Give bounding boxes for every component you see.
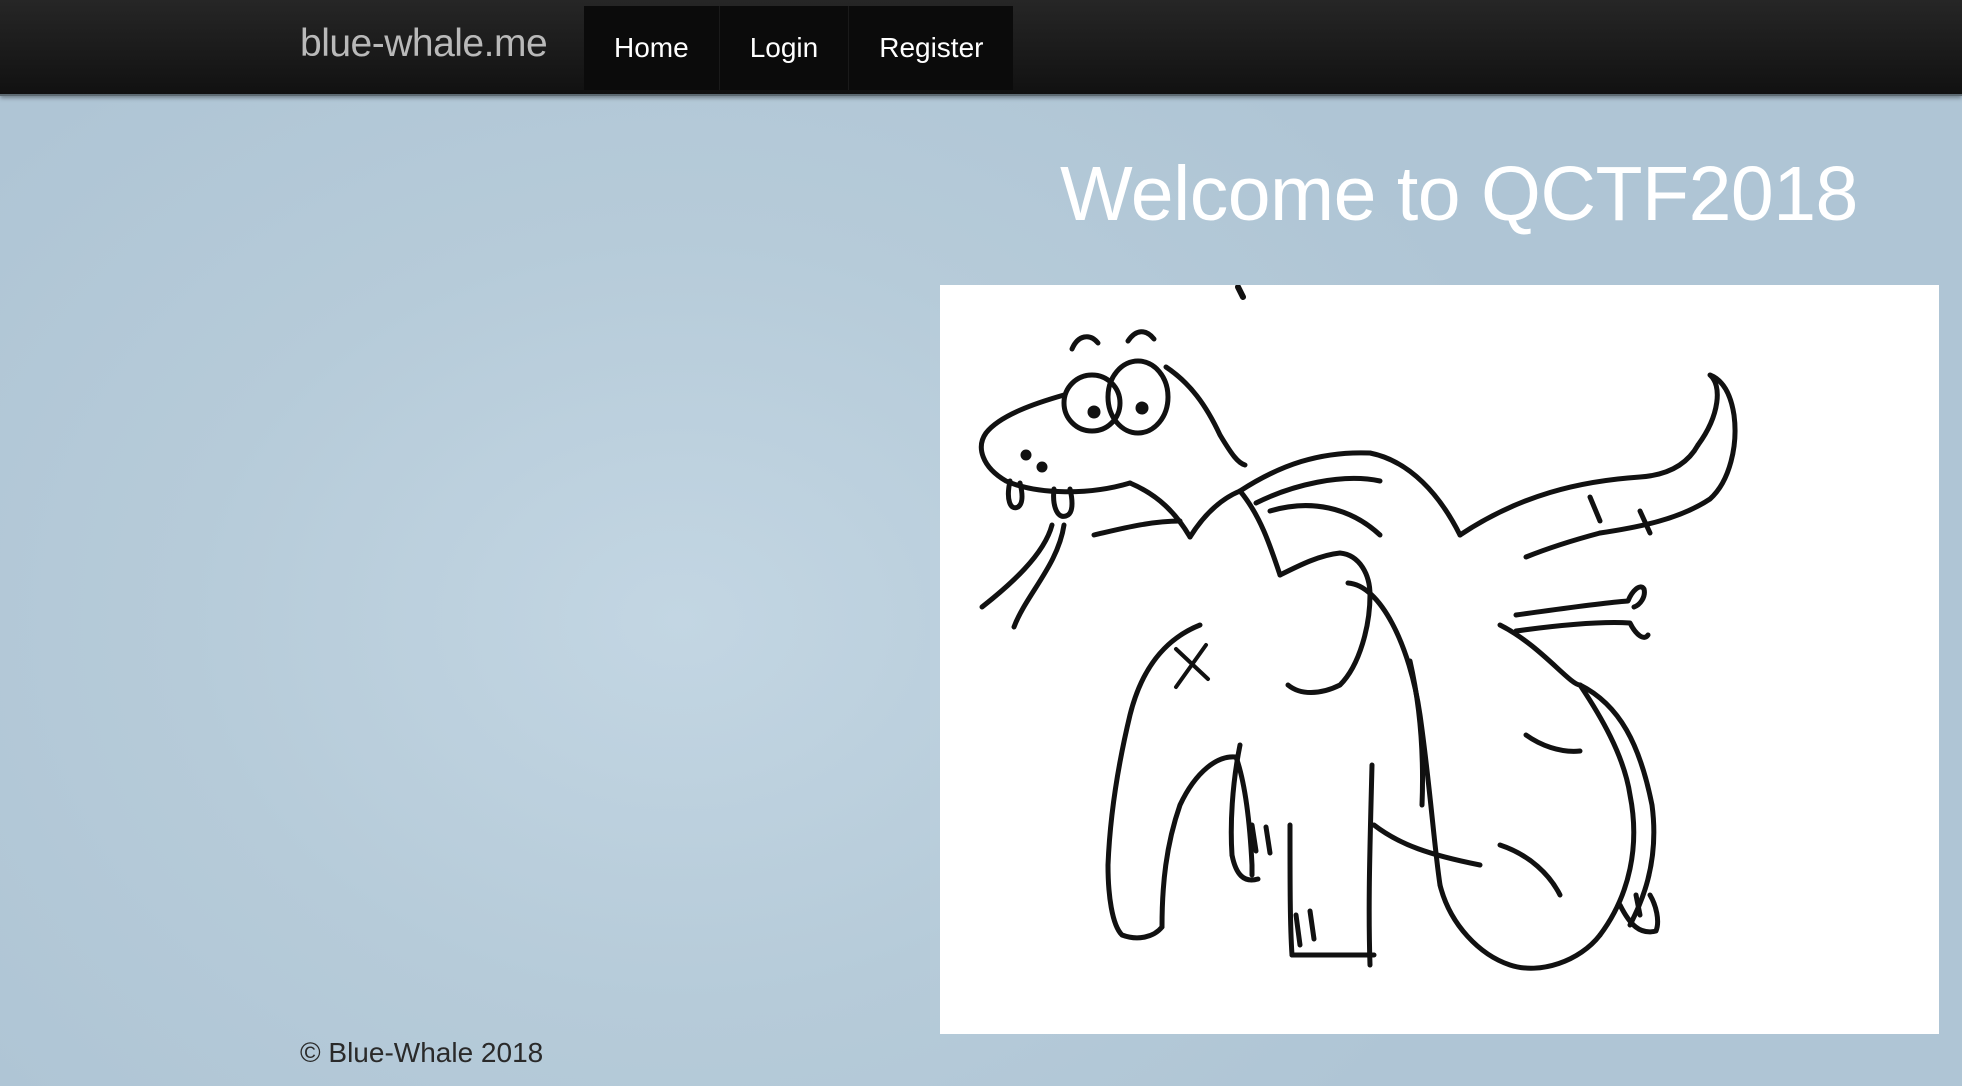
- nav-home-link[interactable]: Home: [584, 6, 719, 90]
- brand-link[interactable]: blue-whale.me: [300, 22, 548, 66]
- top-navbar: blue-whale.me Home Login Register: [0, 0, 1962, 96]
- crocodile-sketch-image: [940, 285, 1939, 1034]
- welcome-heading: Welcome to QCTF2018: [1060, 151, 1858, 237]
- nav-login-link[interactable]: Login: [718, 6, 849, 90]
- footer-copyright: © Blue-Whale 2018: [300, 1037, 544, 1068]
- main-nav: Home Login Register: [584, 6, 1014, 90]
- nav-register-link[interactable]: Register: [848, 6, 1013, 90]
